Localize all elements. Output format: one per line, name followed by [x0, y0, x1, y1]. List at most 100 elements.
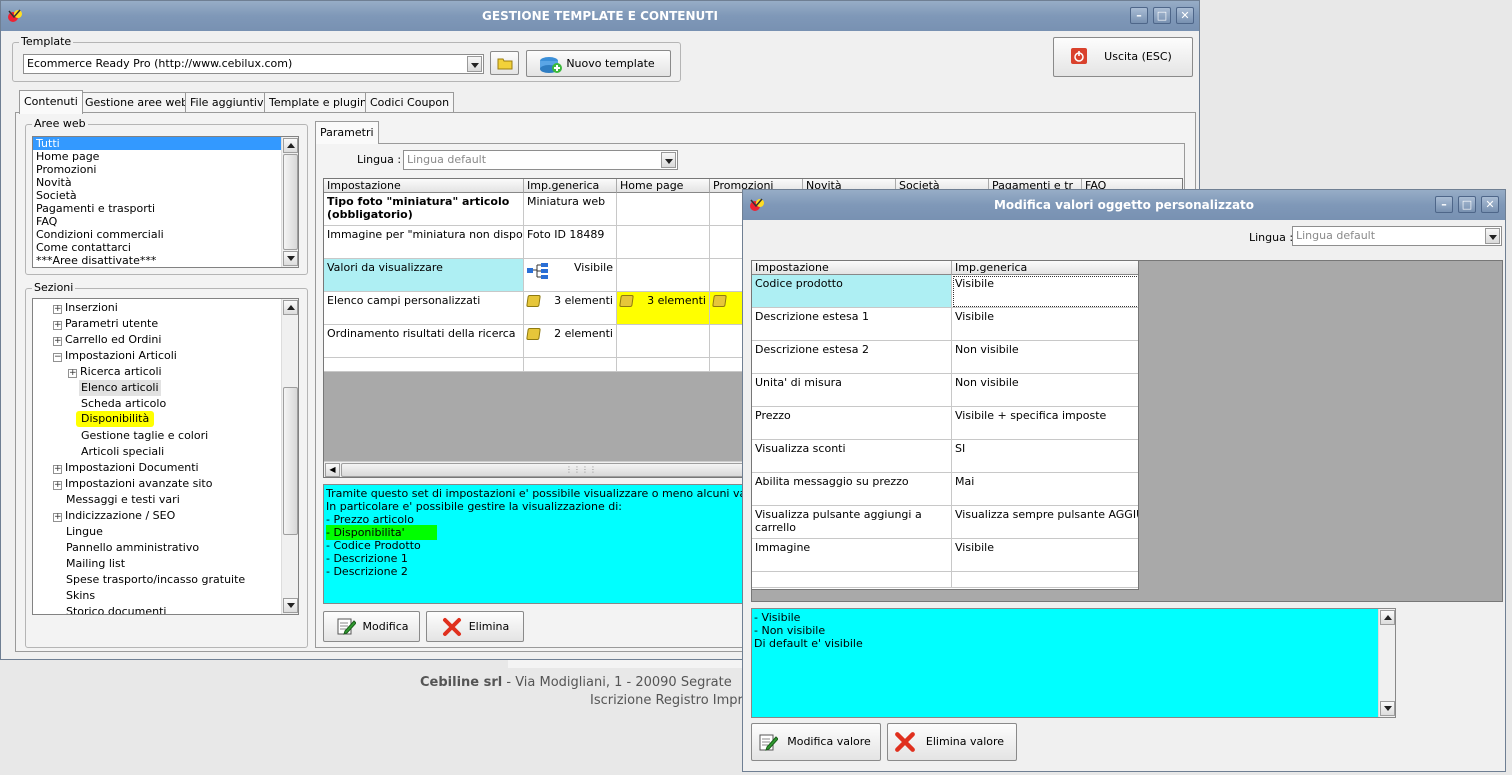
- table-row-value[interactable]: Visibile + specifica imposte: [952, 407, 1138, 440]
- modifica-valore-button[interactable]: Modifica valore: [751, 723, 881, 761]
- maximize-button[interactable]: □: [1458, 196, 1476, 213]
- expand-icon[interactable]: +: [68, 369, 77, 378]
- table-row-empty[interactable]: [952, 572, 1138, 588]
- table-row-name[interactable]: Codice prodotto: [752, 275, 952, 308]
- tree-node-parametri-utente[interactable]: + Parametri utente: [53, 316, 158, 332]
- minimize-button[interactable]: –: [1130, 7, 1148, 24]
- table-row-value[interactable]: Visualizza sempre pulsante AGGIUNGI: [952, 506, 1138, 539]
- tree-node-inserzioni[interactable]: + Inserzioni: [53, 300, 118, 316]
- dialog-grid-header-impostazione[interactable]: Impostazione: [752, 261, 952, 275]
- expand-icon[interactable]: +: [53, 465, 62, 474]
- expand-icon[interactable]: +: [53, 337, 62, 346]
- scroll-up-button[interactable]: [283, 300, 298, 315]
- list-item[interactable]: Tutti: [33, 137, 298, 150]
- expand-icon[interactable]: +: [53, 305, 62, 314]
- scroll-thumb[interactable]: [283, 387, 298, 535]
- tree-node-scheda-articolo[interactable]: Scheda articolo: [81, 396, 166, 412]
- main-titlebar[interactable]: GESTIONE TEMPLATE E CONTENUTI – □ ✕: [1, 1, 1199, 31]
- table-row-value[interactable]: Visibile: [952, 539, 1138, 572]
- grid-cell-name[interactable]: Elenco campi personalizzati: [324, 292, 524, 325]
- table-row-name[interactable]: Prezzo: [752, 407, 952, 440]
- tree-node-elenco-articoli[interactable]: Elenco articoli: [79, 380, 161, 396]
- close-button[interactable]: ✕: [1481, 196, 1499, 213]
- template-select[interactable]: Ecommerce Ready Pro (http://www.cebilux.…: [23, 54, 484, 74]
- tree-node-mailing-list[interactable]: Mailing list: [66, 556, 125, 572]
- grid-cell-generic[interactable]: Visibile: [524, 259, 617, 292]
- scroll-thumb[interactable]: [283, 154, 298, 250]
- dialog-lingua-select[interactable]: Lingua default: [1292, 226, 1502, 246]
- memo-scrollbar[interactable]: [1378, 609, 1395, 717]
- tree-node-articoli-speciali[interactable]: Articoli speciali: [81, 444, 164, 460]
- tree-node-gestione-taglie-colori[interactable]: Gestione taglie e colori: [81, 428, 208, 444]
- tree-node-storico-documenti[interactable]: Storico documenti: [66, 604, 166, 614]
- tab-gestione-aree-web[interactable]: Gestione aree web: [80, 92, 194, 113]
- expand-icon[interactable]: +: [53, 513, 62, 522]
- chevron-down-icon[interactable]: [1485, 228, 1500, 244]
- grid-cell-home[interactable]: [617, 259, 710, 292]
- list-item[interactable]: FAQ: [33, 215, 298, 228]
- tree-node-skins[interactable]: Skins: [66, 588, 95, 604]
- tree-node-disponibilita[interactable]: Disponibilità: [76, 411, 155, 427]
- lingua-select[interactable]: Lingua default: [403, 150, 678, 170]
- tab-codici-coupon[interactable]: Codici Coupon: [365, 92, 455, 113]
- grid-header-impostazione[interactable]: Impostazione: [324, 179, 524, 193]
- dialog-values-grid[interactable]: Impostazione Imp.generica Codice prodott…: [751, 260, 1139, 590]
- table-row-value[interactable]: Non visibile: [952, 341, 1138, 374]
- collapse-icon[interactable]: −: [53, 353, 62, 362]
- tree-node-ricerca-articoli[interactable]: + Ricerca articoli: [68, 364, 162, 380]
- table-row-empty[interactable]: [752, 572, 952, 588]
- modifica-button[interactable]: Modifica: [323, 611, 420, 642]
- grid-header-imp-generica[interactable]: Imp.generica: [524, 179, 617, 193]
- tree-node-lingue[interactable]: Lingue: [66, 524, 103, 540]
- dialog-grid-header-imp-generica[interactable]: Imp.generica: [952, 261, 1138, 275]
- exit-button[interactable]: Uscita (ESC): [1053, 37, 1193, 77]
- list-item[interactable]: Condizioni commerciali: [33, 228, 298, 241]
- list-item[interactable]: Pagamenti e trasporti: [33, 202, 298, 215]
- scroll-down-button[interactable]: [283, 598, 298, 613]
- tab-contenuti[interactable]: Contenuti: [19, 90, 83, 114]
- scroll-down-button[interactable]: [283, 251, 298, 266]
- tree-node-impostazioni-documenti[interactable]: + Impostazioni Documenti: [53, 460, 199, 476]
- grid-cell-generic[interactable]: 2 elementi: [524, 325, 617, 358]
- tab-template-plugins[interactable]: Template e plugins: [264, 92, 378, 113]
- table-row-name[interactable]: Visualizza sconti: [752, 440, 952, 473]
- tree-node-impostazioni-avanzate[interactable]: + Impostazioni avanzate sito: [53, 476, 212, 492]
- table-row-name[interactable]: Abilita messaggio su prezzo: [752, 473, 952, 506]
- scroll-left-button[interactable]: ◀: [325, 463, 340, 477]
- scroll-up-button[interactable]: [1380, 610, 1395, 625]
- tab-file-aggiuntivi[interactable]: File aggiuntivi: [185, 92, 272, 113]
- table-row-value[interactable]: Visibile: [952, 275, 1138, 308]
- expand-icon[interactable]: +: [53, 321, 62, 330]
- chevron-down-icon[interactable]: [661, 152, 676, 168]
- grid-cell-empty[interactable]: [524, 358, 617, 372]
- grid-cell-home[interactable]: [617, 226, 710, 259]
- grid-cell-home[interactable]: [617, 325, 710, 358]
- tree-node-carrello-ordini[interactable]: + Carrello ed Ordini: [53, 332, 161, 348]
- dialog-titlebar[interactable]: Modifica valori oggetto personalizzato –…: [743, 190, 1505, 220]
- sezioni-scrollbar[interactable]: [281, 299, 298, 614]
- table-row-name[interactable]: Immagine: [752, 539, 952, 572]
- expand-icon[interactable]: +: [53, 481, 62, 490]
- list-item[interactable]: Home page: [33, 150, 298, 163]
- grid-cell-name[interactable]: Ordinamento risultati della ricerca: [324, 325, 524, 358]
- minimize-button[interactable]: –: [1435, 196, 1453, 213]
- aree-web-scrollbar[interactable]: [281, 137, 298, 267]
- table-row-name[interactable]: Descrizione estesa 1: [752, 308, 952, 341]
- tree-node-spese-trasporto[interactable]: Spese trasporto/incasso gratuite: [66, 572, 245, 588]
- scroll-up-button[interactable]: [283, 138, 298, 153]
- grid-cell-generic[interactable]: 3 elementi: [524, 292, 617, 325]
- grid-cell-name[interactable]: Tipo foto "miniatura" articolo (obbligat…: [324, 193, 524, 226]
- open-folder-button[interactable]: [490, 51, 519, 75]
- grid-cell-home[interactable]: [617, 193, 710, 226]
- grid-cell-empty[interactable]: [324, 358, 524, 372]
- tree-node-impostazioni-articoli[interactable]: − Impostazioni Articoli: [53, 348, 177, 364]
- table-row-value[interactable]: SI: [952, 440, 1138, 473]
- grid-cell-empty[interactable]: [617, 358, 710, 372]
- table-row-value[interactable]: Visibile: [952, 308, 1138, 341]
- table-row-name[interactable]: Unita' di misura: [752, 374, 952, 407]
- list-item[interactable]: Società: [33, 189, 298, 202]
- table-row-name[interactable]: Descrizione estesa 2: [752, 341, 952, 374]
- dialog-memo[interactable]: - Visibile - Non visibile Di default e' …: [751, 608, 1396, 718]
- table-row-value[interactable]: Mai: [952, 473, 1138, 506]
- tree-node-indicizzazione-seo[interactable]: + Indicizzazione / SEO: [53, 508, 175, 524]
